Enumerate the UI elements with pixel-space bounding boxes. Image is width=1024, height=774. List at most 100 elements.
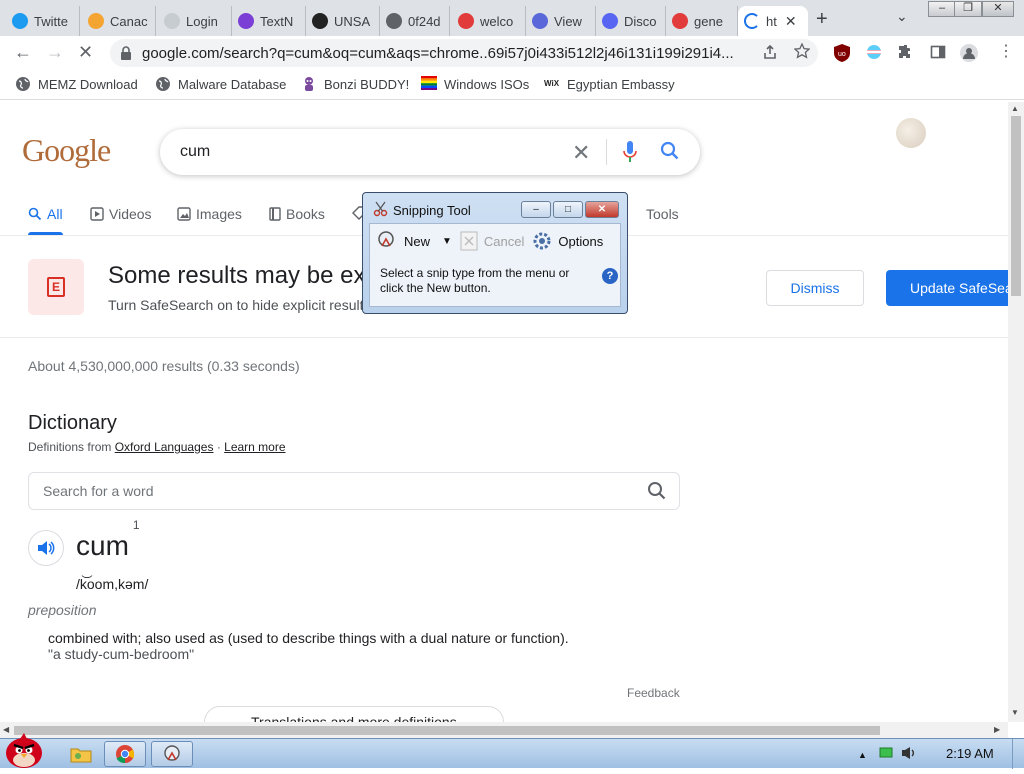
tab-videos[interactable]: Videos <box>90 206 152 222</box>
new-tab-button[interactable]: + <box>816 8 828 31</box>
vertical-scroll-thumb[interactable] <box>1011 116 1021 296</box>
microphone-icon[interactable] <box>623 141 637 163</box>
lock-icon <box>120 46 132 60</box>
horizontal-scrollbar[interactable]: ◀ ▶ <box>0 722 1008 738</box>
google-doodle-logo[interactable]: Google <box>22 132 111 169</box>
result-stats: About 4,530,000,000 results (0.33 second… <box>28 358 300 374</box>
tab-all[interactable]: All <box>28 206 63 235</box>
snipping-instructions: Select a snip type from the menu or clic… <box>380 266 570 295</box>
snipping-tool-titlebar[interactable]: Snipping Tool <box>373 201 471 220</box>
vertical-scrollbar[interactable]: ▲ ▼ <box>1008 102 1024 722</box>
new-snip-icon <box>378 231 394 247</box>
search-icon <box>28 207 42 221</box>
menu-kebab-icon[interactable]: ⋮ <box>998 44 1016 62</box>
back-arrow-icon[interactable]: ← <box>14 42 32 63</box>
update-safesearch-button[interactable]: Update SafeSea <box>886 270 1008 306</box>
browser-tab[interactable]: Login <box>158 6 232 36</box>
browser-tab[interactable]: ht ✕ <box>738 6 808 36</box>
dictionary-word: cum1 <box>76 517 140 561</box>
close-window-button[interactable]: ✕ <box>982 1 1014 17</box>
explicit-content-icon: E <box>28 259 84 315</box>
browser-tab-strip: Twitte Canac Login TextN UNSA 0f24d welco View D… <box>0 0 1024 36</box>
bookmark-egyptian-embassy[interactable]: WiX Egyptian Embassy <box>544 76 675 92</box>
wix-icon <box>312 13 328 29</box>
new-dropdown-chevron-icon[interactable]: ▼ <box>442 236 452 247</box>
globe-icon <box>386 13 402 29</box>
restore-window-button[interactable]: ❐ <box>954 1 982 17</box>
word-search-input[interactable]: Search for a word <box>28 472 680 510</box>
taskbar-explorer-icon[interactable] <box>60 741 102 767</box>
gene-icon <box>672 13 688 29</box>
snip-maximize-button[interactable]: □ <box>553 201 583 218</box>
search-query-text[interactable]: cum <box>180 143 210 161</box>
snip-close-button[interactable]: ✕ <box>585 201 619 218</box>
oxford-languages-link[interactable]: Oxford Languages <box>115 440 214 454</box>
browser-tab[interactable]: Canac <box>82 6 156 36</box>
bookmarks-bar: MEMZ Download Malware Database Bonzi BUD… <box>0 70 1024 100</box>
learn-more-link[interactable]: Learn more <box>224 440 285 454</box>
horizontal-scroll-thumb[interactable] <box>14 726 880 735</box>
taskbar-clock[interactable]: 2:19 AM <box>946 746 994 761</box>
bookmark-star-icon[interactable] <box>793 42 812 61</box>
search-magnifier-icon[interactable] <box>660 141 680 166</box>
scroll-up-arrow-icon[interactable]: ▲ <box>1011 104 1019 113</box>
browser-tab[interactable]: 0f24d <box>380 6 450 36</box>
minimize-window-button[interactable]: – <box>928 1 956 17</box>
pronunciation-speaker-icon[interactable] <box>28 530 64 566</box>
translations-button[interactable]: ⌄ Translations and more definitions <box>204 706 504 722</box>
tab-tools[interactable]: Tools <box>646 206 679 222</box>
browser-tab[interactable]: UNSA <box>306 6 380 36</box>
snip-options-button[interactable]: Options <box>532 231 603 251</box>
clear-search-icon[interactable]: ✕ <box>572 140 590 166</box>
browser-tab[interactable]: Twitte <box>6 6 80 36</box>
bookmark-windows-isos[interactable]: Windows ISOs <box>421 76 529 92</box>
bookmark-bonzi-buddy[interactable]: Bonzi BUDDY! <box>301 76 409 92</box>
browser-tab[interactable]: gene <box>666 6 738 36</box>
forward-arrow-icon[interactable]: → <box>46 42 64 63</box>
scissors-icon <box>373 201 389 220</box>
extensions-puzzle-icon[interactable] <box>898 44 916 62</box>
taskbar-chrome-icon[interactable] <box>104 741 146 767</box>
gear-icon <box>533 232 551 250</box>
stop-loading-icon[interactable]: ✕ <box>78 42 93 63</box>
snip-minimize-button[interactable]: – <box>521 201 551 218</box>
browser-tab[interactable]: welco <box>452 6 526 36</box>
address-bar[interactable]: google.com/search?q=cum&oq=cum&aqs=chrom… <box>110 39 818 67</box>
scroll-right-arrow-icon[interactable]: ▶ <box>994 725 1000 734</box>
network-icon[interactable] <box>879 747 893 762</box>
browser-tab[interactable]: View <box>526 6 596 36</box>
cancel-icon <box>460 231 478 251</box>
start-button-angry-bird-icon[interactable] <box>0 731 50 769</box>
tab-search-chevron-icon[interactable]: ⌄ <box>896 8 908 25</box>
show-hidden-icons-icon[interactable]: ▲ <box>858 750 867 760</box>
taskbar-snipping-tool-icon[interactable] <box>151 741 193 767</box>
globe-icon <box>155 76 171 92</box>
browser-tab[interactable]: Disco <box>596 6 666 36</box>
share-icon[interactable] <box>762 44 780 62</box>
account-avatar[interactable] <box>896 118 926 148</box>
dismiss-button[interactable]: Dismiss <box>766 270 864 306</box>
bookmark-malware-database[interactable]: Malware Database <box>155 76 286 92</box>
cancel-snip-button[interactable]: Cancel <box>460 231 524 251</box>
definition-text: combined with; also used as (used to des… <box>48 630 569 646</box>
safesearch-title: Some results may be ex <box>108 262 366 289</box>
scroll-down-arrow-icon[interactable]: ▼ <box>1011 708 1019 717</box>
ublock-icon[interactable]: uo <box>834 44 852 62</box>
extension-flag-icon[interactable] <box>866 44 884 62</box>
volume-icon[interactable] <box>901 746 917 763</box>
search-box[interactable]: cum ✕ <box>160 129 700 175</box>
profile-avatar-icon[interactable] <box>960 44 978 62</box>
side-panel-icon[interactable] <box>930 44 948 62</box>
close-tab-icon[interactable]: ✕ <box>785 13 797 30</box>
browser-tab[interactable]: TextN <box>232 6 306 36</box>
help-icon[interactable]: ? <box>602 268 618 284</box>
globe-icon <box>15 76 31 92</box>
tab-books[interactable]: Books <box>269 206 325 222</box>
bookmark-memz[interactable]: MEMZ Download <box>15 76 138 92</box>
new-snip-button[interactable]: New ▼ <box>376 230 452 252</box>
feedback-link[interactable]: Feedback <box>627 686 680 700</box>
search-divider <box>606 139 607 165</box>
show-desktop-button[interactable] <box>1012 739 1024 769</box>
tab-images[interactable]: Images <box>177 206 242 222</box>
word-search-icon[interactable] <box>647 481 667 504</box>
